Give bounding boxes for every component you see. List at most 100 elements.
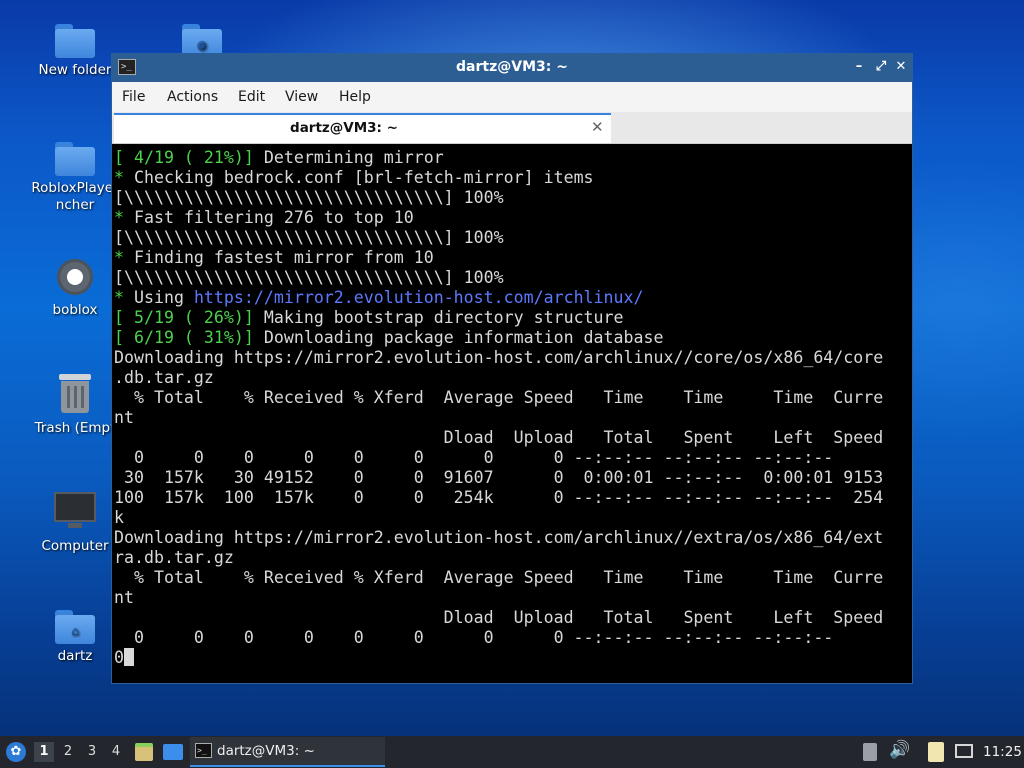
terminal-line-prefix: * — [114, 288, 124, 307]
home-folder-icon: ⌂ — [55, 610, 95, 644]
terminal-line: k — [114, 508, 124, 528]
maximize-button[interactable]: ⤢ — [872, 58, 890, 76]
terminal-line: * Using https://mirror2.evolution-host.c… — [114, 288, 644, 308]
terminal-line: 0 0 0 0 0 0 0 0 --:--:-- --:--:-- --:--:… — [114, 628, 833, 648]
terminal-output[interactable]: [ 4/19 ( 21%)] Determining mirror * Check… — [114, 148, 910, 682]
terminal-line-prefix: * — [114, 208, 124, 227]
terminal-line-text: Downloading https://mirror2.evolution-ho… — [114, 528, 884, 547]
tab-terminal[interactable]: dartz@VM3: ~ ✕ — [114, 113, 611, 143]
clock[interactable]: 11:25 — [983, 744, 1022, 760]
terminal-line-text: Checking bedrock.conf [brl-fetch-mirror]… — [124, 168, 594, 187]
terminal-line-text: [\\\\\\\\\\\\\\\\\\\\\\\\\\\\\\\\] 100% — [114, 228, 504, 247]
terminal-line-text: Downloading package information database — [253, 328, 664, 347]
terminal-line-prefix: [ 4/19 ( 21%)] — [114, 148, 254, 167]
file-manager-icon[interactable] — [135, 743, 153, 761]
terminal-line: Dload Upload Total Spent Left Speed — [114, 608, 884, 628]
terminal-line: 0 — [114, 648, 134, 668]
tab-bar: dartz@VM3: ~ ✕ — [112, 112, 912, 144]
folder-icon — [55, 142, 95, 176]
terminal-line-text: nt — [114, 588, 134, 607]
terminal-line-prefix: * — [114, 248, 124, 267]
terminal-line: Downloading https://mirror2.evolution-ho… — [114, 348, 883, 368]
terminal-line-text: 30 157k 30 49152 0 0 91607 0 0:00:01 --:… — [114, 468, 884, 487]
terminal-line-prefix: [ 6/19 ( 31%)] — [114, 328, 254, 347]
terminal-line-text: % Total % Received % Xferd Average Speed… — [114, 568, 884, 587]
terminal-line: Downloading https://mirror2.evolution-ho… — [114, 528, 883, 548]
terminal-line: [ 5/19 ( 26%)] Making bootstrap director… — [114, 308, 624, 328]
terminal-line: 30 157k 30 49152 0 0 91607 0 0:00:01 --:… — [114, 468, 883, 488]
taskbar-window-terminal[interactable]: >_ dartz@VM3: ~ — [190, 737, 385, 767]
volume-icon[interactable]: 🔊 — [889, 740, 910, 760]
taskbar-window-label: dartz@VM3: ~ — [217, 743, 315, 759]
terminal-line: [\\\\\\\\\\\\\\\\\\\\\\\\\\\\\\\\] 100% — [114, 228, 504, 248]
terminal-line: 100 157k 100 157k 0 0 254k 0 --:--:-- --… — [114, 488, 883, 508]
terminal-line: % Total % Received % Xferd Average Speed… — [114, 568, 883, 588]
terminal-line-text: Determining mirror — [253, 148, 444, 167]
gear-icon — [56, 258, 94, 296]
terminal-window[interactable]: >_ dartz@VM3: ~ – ⤢ ✕ File Actions Edit … — [111, 53, 913, 684]
terminal-line-text: [\\\\\\\\\\\\\\\\\\\\\\\\\\\\\\\\] 100% — [114, 268, 504, 287]
terminal-line-text: ra.db.tar.gz — [114, 548, 234, 567]
terminal-icon: >_ — [195, 743, 212, 758]
terminal-line: [\\\\\\\\\\\\\\\\\\\\\\\\\\\\\\\\] 100% — [114, 268, 504, 288]
terminal-line-text: Dload Upload Total Spent Left Speed — [114, 428, 884, 447]
close-icon[interactable]: ✕ — [591, 118, 604, 136]
terminal-line-text: nt — [114, 408, 134, 427]
terminal-line-text: .db.tar.gz — [114, 368, 214, 387]
terminal-line-text: Making bootstrap directory structure — [253, 308, 624, 327]
terminal-line-text: Downloading https://mirror2.evolution-ho… — [114, 348, 884, 367]
computer-icon — [54, 492, 96, 530]
menu-view[interactable]: View — [285, 89, 318, 105]
terminal-url[interactable]: https://mirror2.evolution-host.com/archl… — [194, 288, 644, 307]
terminal-line-text: 0 0 0 0 0 0 0 0 --:--:-- --:--:-- --:--:… — [114, 448, 834, 467]
terminal-line: [ 4/19 ( 21%)] Determining mirror — [114, 148, 444, 168]
app-menu-icon[interactable]: ✿ — [6, 742, 26, 762]
terminal-line-text: 0 0 0 0 0 0 0 0 --:--:-- --:--:-- --:--:… — [114, 628, 834, 647]
terminal-line: [\\\\\\\\\\\\\\\\\\\\\\\\\\\\\\\\] 100% — [114, 188, 504, 208]
terminal-line: * Checking bedrock.conf [brl-fetch-mirro… — [114, 168, 594, 188]
minimize-button[interactable]: – — [850, 58, 868, 76]
terminal-line-text: Finding fastest mirror from 10 — [124, 248, 434, 267]
folder-icon — [55, 24, 95, 58]
clipboard-icon[interactable] — [928, 742, 944, 762]
terminal-line-prefix: * — [114, 168, 124, 187]
terminal-line-text: Fast filtering 276 to top 10 — [124, 208, 414, 227]
close-button[interactable]: ✕ — [892, 58, 910, 76]
terminal-line: .db.tar.gz — [114, 368, 214, 388]
terminal-line-text: Dload Upload Total Spent Left Speed — [114, 608, 884, 627]
terminal-line-text: Using — [124, 288, 194, 307]
terminal-line: Dload Upload Total Spent Left Speed — [114, 428, 884, 448]
terminal-cursor — [124, 648, 134, 666]
tab-label: dartz@VM3: ~ — [290, 120, 398, 136]
trash-icon — [57, 374, 93, 414]
terminal-line-text: [\\\\\\\\\\\\\\\\\\\\\\\\\\\\\\\\] 100% — [114, 188, 504, 207]
terminal-line: ra.db.tar.gz — [114, 548, 234, 568]
updates-icon[interactable] — [863, 743, 877, 761]
terminal-line: nt — [114, 588, 134, 608]
network-icon[interactable] — [955, 744, 973, 758]
terminal-line: * Finding fastest mirror from 10 — [114, 248, 434, 268]
window-titlebar[interactable]: >_ dartz@VM3: ~ – ⤢ ✕ — [112, 54, 912, 82]
workspace-1[interactable]: 1 — [34, 742, 54, 762]
terminal-line: nt — [114, 408, 134, 428]
window-title: dartz@VM3: ~ — [456, 59, 568, 75]
terminal-line-text: % Total % Received % Xferd Average Speed… — [114, 388, 884, 407]
menu-actions[interactable]: Actions — [167, 89, 218, 105]
terminal-line: % Total % Received % Xferd Average Speed… — [114, 388, 883, 408]
menu-file[interactable]: File — [122, 89, 145, 105]
taskbar: ✿ 1 2 3 4 >_ dartz@VM3: ~ 🔊 11:25 — [0, 736, 1024, 768]
terminal-line: 0 0 0 0 0 0 0 0 --:--:-- --:--:-- --:--:… — [114, 448, 833, 468]
show-desktop-icon[interactable] — [163, 744, 183, 760]
menubar: File Actions Edit View Help — [112, 82, 912, 112]
terminal-line-text: 100 157k 100 157k 0 0 254k 0 --:--:-- --… — [114, 488, 884, 507]
terminal-line-prefix: [ 5/19 ( 26%)] — [114, 308, 254, 327]
terminal-line-text: 0 — [114, 648, 124, 667]
terminal-line-text: k — [114, 508, 124, 527]
workspace-4[interactable]: 4 — [106, 742, 126, 762]
terminal-line: [ 6/19 ( 31%)] Downloading package infor… — [114, 328, 663, 348]
workspace-3[interactable]: 3 — [82, 742, 102, 762]
workspace-2[interactable]: 2 — [58, 742, 78, 762]
menu-edit[interactable]: Edit — [238, 89, 265, 105]
menu-help[interactable]: Help — [339, 89, 371, 105]
terminal-line: * Fast filtering 276 to top 10 — [114, 208, 414, 228]
